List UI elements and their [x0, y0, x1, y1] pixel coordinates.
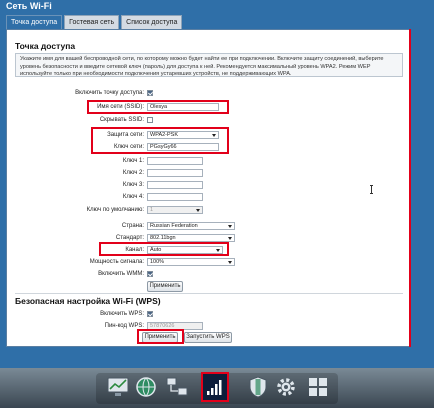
default-key-label: Ключ по умолчанию:	[86, 207, 144, 213]
enable-ap-checkbox[interactable]	[147, 90, 153, 96]
standard-select[interactable]: 802.11bgn	[147, 234, 235, 242]
apps-grid-icon[interactable]	[306, 375, 330, 399]
tab-access-point[interactable]: Точка доступа	[6, 15, 63, 29]
power-value: 100%	[150, 259, 165, 265]
page-title: Сеть Wi-Fi	[6, 1, 52, 11]
standard-value: 802.11bgn	[150, 235, 176, 241]
access-point-section-title: Точка доступа	[15, 41, 76, 51]
monitor-chart-icon[interactable]	[106, 375, 130, 399]
info-text: Укажите имя для вашей беспроводной сети,…	[15, 53, 403, 77]
country-value: Russian Federation	[150, 223, 198, 229]
highlight-security	[91, 127, 229, 154]
wifi-signal-icon[interactable]	[201, 372, 229, 402]
highlight-ssid	[87, 100, 229, 114]
enable-ap-label: Включить точку доступа:	[75, 90, 144, 96]
key2-label: Ключ 2:	[122, 170, 144, 176]
wps-enable-label: Включить WPS:	[100, 311, 144, 317]
section-divider	[15, 293, 403, 294]
tab-bar: Точка доступа Гостевая сеть Список досту…	[6, 15, 184, 29]
hide-ssid-checkbox[interactable]	[147, 117, 153, 123]
tab-access-list[interactable]: Список доступа	[121, 15, 183, 29]
key4-input[interactable]	[147, 193, 203, 201]
key3-label: Ключ 3:	[122, 182, 144, 188]
run-wps-button[interactable]: Запустить WPS	[184, 332, 232, 343]
network-computers-icon[interactable]	[165, 375, 189, 399]
globe-icon[interactable]	[134, 375, 158, 399]
chevron-down-icon	[228, 261, 232, 264]
key4-label: Ключ 4:	[122, 194, 144, 200]
tab-guest-network[interactable]: Гостевая сеть	[64, 15, 120, 29]
power-select[interactable]: 100%	[147, 258, 235, 266]
key2-input[interactable]	[147, 169, 203, 177]
settings-panel: Точка доступа Укажите имя для вашей бесп…	[6, 29, 410, 347]
chevron-down-icon	[228, 225, 232, 228]
chevron-down-icon	[196, 209, 200, 212]
text-cursor-icon	[370, 185, 373, 194]
wps-pin-label: Пин-код WPS:	[104, 323, 144, 329]
key3-input[interactable]	[147, 181, 203, 189]
red-border-edge	[409, 29, 411, 347]
wmm-label: Включить WMM:	[98, 271, 144, 277]
country-select[interactable]: Russian Federation	[147, 222, 235, 230]
key1-label: Ключ 1:	[122, 158, 144, 164]
hide-ssid-label: Скрывать SSID:	[99, 117, 144, 123]
highlight-channel	[99, 242, 229, 256]
default-key-value: 1	[150, 207, 154, 213]
gear-icon[interactable]	[274, 375, 298, 399]
default-key-select[interactable]: 1	[147, 206, 203, 214]
standard-label: Стандарт:	[115, 235, 144, 241]
ap-apply-button[interactable]: Применить	[147, 281, 183, 292]
country-label: Страна:	[121, 223, 144, 229]
wmm-checkbox[interactable]	[147, 271, 153, 277]
chevron-down-icon	[228, 237, 232, 240]
key1-input[interactable]	[147, 157, 203, 165]
highlight-wps-apply	[137, 329, 184, 344]
shield-icon[interactable]	[246, 375, 270, 399]
power-label: Мощность сигнала:	[89, 259, 144, 265]
wps-section-title: Безопасная настройка Wi-Fi (WPS)	[15, 296, 161, 306]
wps-enable-checkbox[interactable]	[147, 311, 153, 317]
